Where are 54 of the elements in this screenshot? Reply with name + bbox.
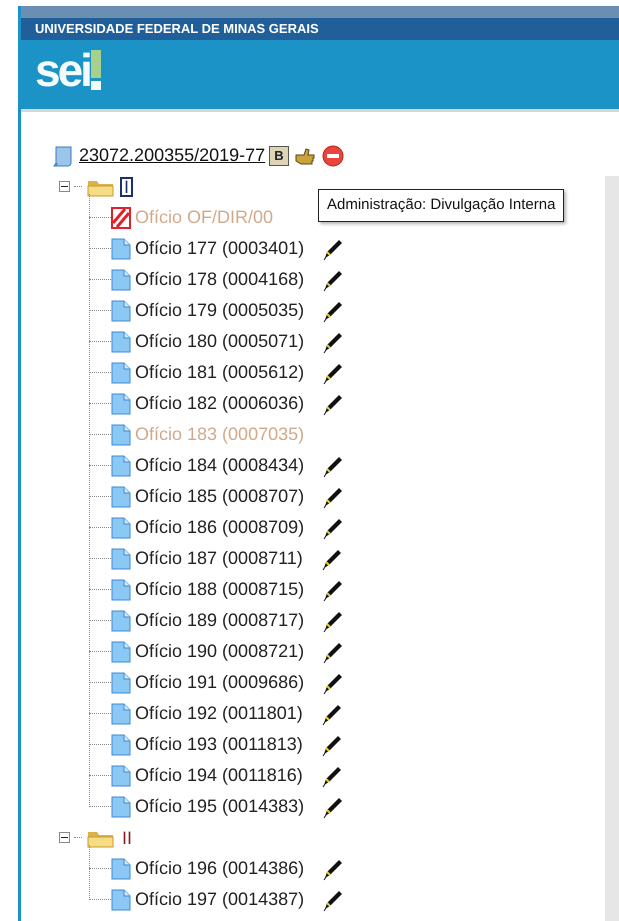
document-link[interactable]: Ofício 197 (0014387) bbox=[135, 886, 304, 913]
document-link[interactable]: Ofício 178 (0004168) bbox=[135, 266, 304, 293]
document-link[interactable]: Ofício 191 (0009686) bbox=[135, 669, 304, 696]
document-icon[interactable] bbox=[111, 858, 131, 880]
document-link[interactable]: Ofício 195 (0014383) bbox=[135, 793, 304, 820]
folder-label[interactable]: II bbox=[120, 828, 134, 848]
document-icon[interactable] bbox=[111, 392, 131, 414]
document-link[interactable]: Ofício 188 (0008715) bbox=[135, 576, 304, 603]
document-icon[interactable] bbox=[111, 486, 131, 508]
document-icon[interactable] bbox=[111, 548, 131, 570]
document-link[interactable]: Ofício 192 (0011801) bbox=[135, 700, 303, 727]
document-icon[interactable] bbox=[111, 640, 131, 662]
document-icon[interactable] bbox=[111, 268, 131, 290]
document-icon[interactable] bbox=[111, 888, 131, 910]
document-icon[interactable] bbox=[111, 362, 131, 384]
logo: sei bbox=[35, 50, 90, 90]
cancelled-document-icon[interactable] bbox=[111, 206, 131, 228]
folder-label[interactable]: I bbox=[120, 176, 134, 196]
document-link[interactable]: Ofício 184 (0008434) bbox=[135, 452, 304, 479]
document-icon[interactable] bbox=[111, 764, 131, 786]
document-icon[interactable] bbox=[111, 454, 131, 476]
document-icon[interactable] bbox=[111, 672, 131, 694]
document-icon[interactable] bbox=[111, 424, 131, 446]
document-icon[interactable] bbox=[111, 610, 131, 632]
document-icon[interactable] bbox=[111, 300, 131, 322]
document-link[interactable]: Ofício 182 (0006036) bbox=[135, 390, 304, 417]
document-icon[interactable] bbox=[111, 516, 131, 538]
document-icon[interactable] bbox=[111, 734, 131, 756]
document-link[interactable]: Ofício 179 (0005035) bbox=[135, 297, 304, 324]
scrollbar[interactable] bbox=[605, 176, 619, 921]
tooltip: Administração: Divulgação Interna bbox=[318, 189, 564, 222]
document-link[interactable]: Ofício 196 (0014386) bbox=[135, 855, 304, 882]
document-link[interactable]: Ofício 193 (0011813) bbox=[135, 731, 303, 758]
document-icon[interactable] bbox=[111, 702, 131, 724]
document-link[interactable]: Ofício 180 (0005071) bbox=[135, 328, 304, 355]
document-icon[interactable] bbox=[111, 796, 131, 818]
document-link[interactable]: Ofício 194 (0011816) bbox=[135, 762, 303, 789]
document-link[interactable]: Ofício 185 (0008707) bbox=[135, 483, 304, 510]
document-link[interactable]: Ofício 189 (0008717) bbox=[135, 607, 304, 634]
institution-name: UNIVERSIDADE FEDERAL DE MINAS GERAIS bbox=[21, 18, 619, 40]
collapse-icon[interactable] bbox=[59, 832, 70, 843]
process-link[interactable]: 23072.200355/2019-77 bbox=[79, 142, 266, 169]
document-icon[interactable] bbox=[111, 238, 131, 260]
remove-icon[interactable] bbox=[320, 144, 345, 168]
document-link[interactable]: Ofício 177 (0003401) bbox=[135, 235, 304, 262]
logo-mark-icon bbox=[90, 50, 102, 90]
document-icon[interactable] bbox=[111, 578, 131, 600]
block-badge: B bbox=[269, 146, 289, 166]
document-icon[interactable] bbox=[111, 330, 131, 352]
document-link[interactable]: Ofício 190 (0008721) bbox=[135, 638, 304, 665]
document-link[interactable]: Ofício 187 (0008711) bbox=[135, 545, 303, 572]
document-link[interactable]: Ofício 181 (0005612) bbox=[135, 359, 304, 386]
collapse-icon[interactable] bbox=[59, 181, 70, 192]
document-link[interactable]: Ofício 186 (0008709) bbox=[135, 514, 304, 541]
